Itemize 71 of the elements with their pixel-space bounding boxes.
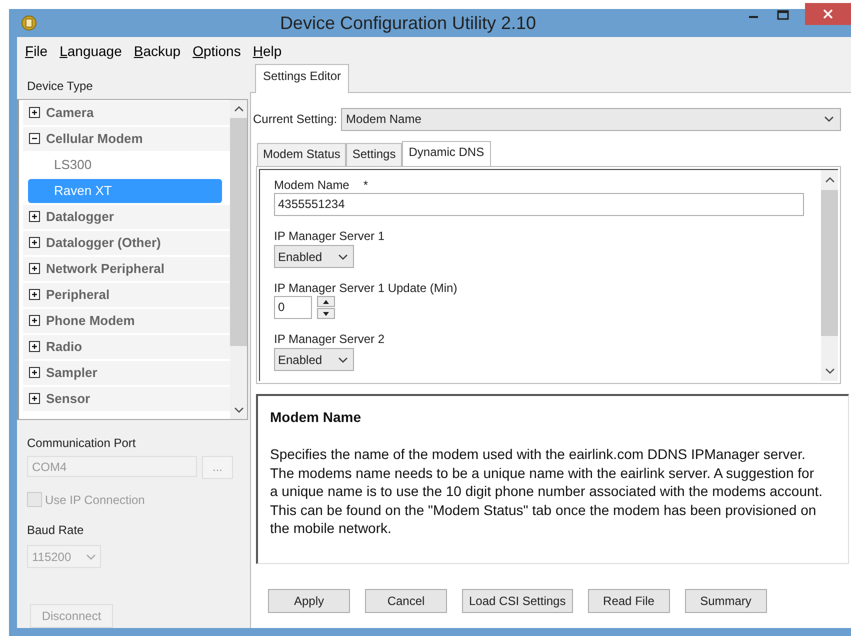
field-label: Current Setting:	[253, 112, 338, 126]
expand-icon[interactable]	[29, 289, 40, 300]
action-button[interactable]: Read File	[588, 589, 670, 613]
field-label: Modem Name	[274, 178, 350, 193]
scroll-down-icon[interactable]	[234, 407, 244, 413]
action-button[interactable]: Cancel	[365, 589, 447, 613]
input-field[interactable]: 4355551234	[274, 193, 804, 216]
dropdown[interactable]: Enabled	[274, 245, 354, 268]
menu-item[interactable]: Language	[54, 43, 128, 59]
spin-down-button[interactable]	[317, 308, 335, 319]
action-button[interactable]: Load CSI Settings	[462, 589, 573, 613]
tab[interactable]: Settings	[346, 143, 402, 166]
tree-item[interactable]: Datalogger	[23, 204, 230, 229]
expand-icon[interactable]	[29, 367, 40, 378]
maximize-icon	[776, 10, 788, 20]
close-button[interactable]	[805, 3, 851, 25]
required-mark: *	[363, 178, 368, 193]
expand-icon[interactable]	[29, 107, 40, 118]
chevron-down-icon	[338, 356, 348, 362]
collapse-icon[interactable]	[29, 133, 40, 144]
scroll-up-icon[interactable]	[234, 106, 244, 112]
checkbox-label: Use IP Connection	[45, 492, 145, 506]
action-button[interactable]: Summary	[684, 589, 767, 613]
menu-item[interactable]: Backup	[128, 43, 187, 59]
triangle-up-icon	[323, 300, 329, 304]
scroll-down-icon[interactable]	[824, 368, 834, 374]
field-label: IP Manager Server 1 Update (Min)	[274, 281, 458, 296]
dropdown[interactable]: Enabled	[274, 348, 354, 371]
close-icon	[823, 9, 833, 19]
chevron-down-icon	[824, 116, 834, 122]
tab[interactable]: Dynamic DNS	[402, 141, 492, 167]
number-field[interactable]: 0	[274, 296, 312, 319]
window-title: Device Configuration Utility 2.10	[278, 12, 538, 34]
description-title: Modem Name	[270, 409, 362, 425]
tree-item[interactable]: Network Peripheral	[23, 256, 230, 281]
field-label: IP Manager Server 1	[274, 229, 385, 244]
tree-item[interactable]: Sensor	[23, 386, 230, 411]
field-label: IP Manager Server 2	[274, 332, 385, 347]
chevron-down-icon	[86, 554, 96, 560]
triangle-down-icon	[323, 312, 329, 316]
expand-icon[interactable]	[29, 341, 40, 352]
expand-icon[interactable]	[29, 263, 40, 274]
description-text: Specifies the name of the modem used with the eairlink.com DDNS IPManager server. The modems name needs to be a unique name with the eairlink server. A suggestion for a unique name is to use the 10 digit phone number associated with the modems account. This can be found on the "Modem Status" tab once the modem has been provisioned on the mobile network.	[270, 445, 824, 538]
tree-item[interactable]: Datalogger (Other)	[23, 230, 230, 255]
expand-icon[interactable]	[29, 237, 40, 248]
menu-item[interactable]: Options	[186, 43, 247, 59]
tree-item[interactable]: Peripheral	[23, 282, 230, 307]
chevron-down-icon	[338, 254, 348, 260]
action-button[interactable]: Apply	[268, 589, 350, 613]
scrollbar[interactable]	[821, 170, 838, 381]
expand-icon[interactable]	[29, 211, 40, 222]
tree-item[interactable]: Sampler	[23, 360, 230, 385]
spin-up-button[interactable]	[317, 296, 335, 307]
expand-icon[interactable]	[29, 393, 40, 404]
tree-item[interactable]: Phone Modem	[23, 308, 230, 333]
tab[interactable]: Modem Status	[257, 143, 346, 166]
tree-item[interactable]: LS300	[28, 152, 222, 177]
tab[interactable]: Settings Editor	[255, 64, 350, 93]
tree-item[interactable]: Cellular Modem	[23, 126, 230, 151]
expand-icon[interactable]	[29, 315, 40, 326]
tree-item[interactable]: Radio	[23, 334, 230, 359]
scrollbar[interactable]	[230, 100, 247, 419]
scroll-up-icon[interactable]	[824, 177, 834, 183]
section-label: Device Type	[26, 78, 94, 95]
setting-dropdown[interactable]: Modem Name	[341, 108, 841, 130]
field-label: Communication Port	[27, 436, 137, 452]
tree-item[interactable]: Camera	[23, 100, 230, 125]
menu-item[interactable]: Help	[246, 43, 288, 59]
app-icon	[21, 15, 37, 31]
menu-item[interactable]: File	[19, 43, 54, 59]
field-label: Baud Rate	[27, 523, 85, 539]
